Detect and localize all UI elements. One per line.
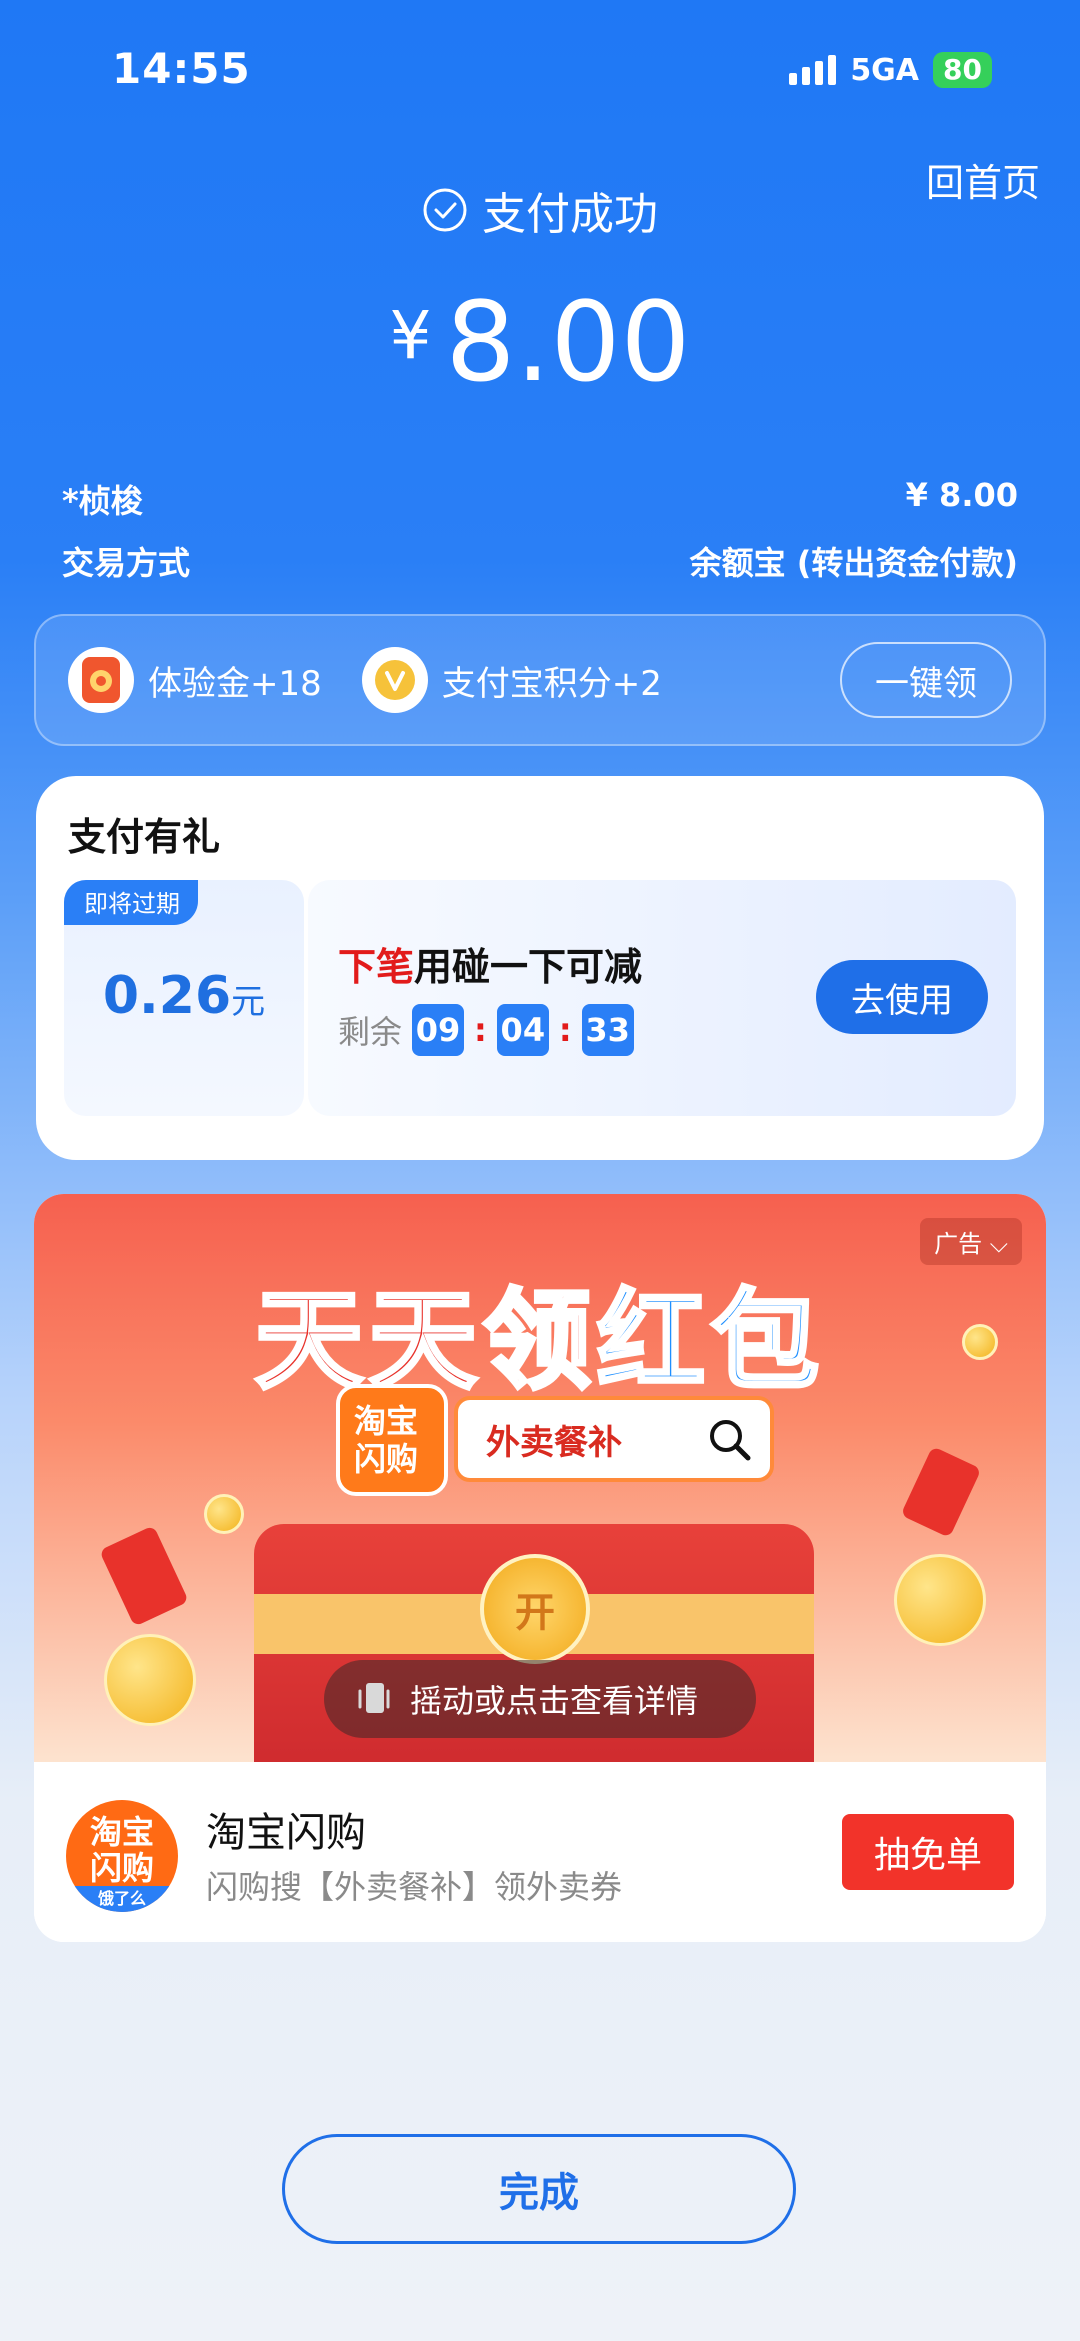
payee-amount: ¥ 8.00 (905, 476, 1018, 514)
red-envelope-icon (900, 1446, 982, 1538)
check-circle-icon (423, 188, 467, 232)
method-row: 交易方式 余额宝 (转出资金付款) (62, 538, 1018, 584)
claim-all-button[interactable]: 一键领 (840, 642, 1012, 718)
reward-label: 支付宝积分+2 (441, 663, 662, 704)
box-seal: 开 (480, 1554, 590, 1664)
ad-headline: 天天领红包 (253, 1277, 826, 1406)
payment-gift-card: 支付有礼 即将过期 0.26元 下笔用碰一下可减 剩余 09 : 04 : 33… (36, 776, 1044, 1160)
coin-icon (894, 1554, 986, 1646)
payee-name: *桢梭 (62, 482, 143, 520)
method-value: 余额宝 (转出资金付款) (689, 544, 1018, 582)
app-logo: 淘宝闪购 饿了么 (66, 1800, 178, 1912)
search-icon (710, 1420, 751, 1461)
app-description: 闪购搜【外卖餐补】领外卖券 (206, 1868, 623, 1906)
coupon-amount: 0.26 (102, 966, 232, 1026)
coupon-description: 下笔用碰一下可减 (338, 936, 642, 991)
timer-seconds: 33 (581, 1004, 634, 1056)
coupon-desc-rest: 用碰一下可减 (414, 945, 643, 989)
ad-card[interactable]: 开 广告 ⌵ 天天领红包 淘宝闪购 外卖餐补 摇动或点击查看详情 淘宝闪购 饿了… (34, 1194, 1046, 1942)
currency-symbol: ¥ (389, 297, 432, 374)
use-coupon-button[interactable]: 去使用 (816, 960, 988, 1034)
status-time: 14:55 (112, 44, 251, 93)
reward-item-points: 支付宝积分+2 (361, 647, 662, 713)
app-name: 淘宝闪购 (206, 1810, 366, 1856)
done-button[interactable]: 完成 (282, 2134, 796, 2244)
rewards-bar: 体验金+18 支付宝积分+2 一键领 (34, 614, 1046, 746)
ad-banner[interactable]: 开 广告 ⌵ 天天领红包 淘宝闪购 外卖餐补 摇动或点击查看详情 (34, 1194, 1046, 1762)
battery-icon: 80 (933, 52, 992, 88)
network-type: 5GA (850, 52, 920, 88)
signal-icon (789, 55, 837, 85)
free-order-button[interactable]: 抽免单 (842, 1814, 1014, 1890)
payment-status: 支付成功 (0, 178, 1080, 242)
coupon-value-panel: 即将过期 0.26元 (64, 880, 304, 1116)
countdown-timer: 剩余 09 : 04 : 33 (338, 1004, 634, 1056)
timer-minutes: 04 (496, 1004, 549, 1056)
coin-icon (104, 1634, 196, 1726)
timer-hours: 09 (412, 1004, 465, 1056)
red-envelope-icon (99, 1525, 189, 1627)
points-icon (361, 647, 428, 713)
reward-item-trial-fund: 体验金+18 (68, 647, 322, 713)
ad-search-box: 外卖餐补 (454, 1396, 774, 1482)
remaining-label: 剩余 (338, 1013, 403, 1051)
ad-app-row[interactable]: 淘宝闪购 饿了么 淘宝闪购 闪购搜【外卖餐补】领外卖券 抽免单 (34, 1762, 1046, 1942)
coupon-desc-highlight: 下笔 (338, 945, 415, 989)
phone-shake-icon (358, 1683, 390, 1713)
coupon-detail-panel: 下笔用碰一下可减 剩余 09 : 04 : 33 去使用 (308, 880, 1016, 1116)
reward-label: 体验金+18 (148, 663, 322, 704)
payee-row: *桢梭 ¥ 8.00 (62, 476, 1018, 522)
expire-badge: 即将过期 (64, 880, 198, 925)
taobao-flash-logo: 淘宝闪购 (336, 1384, 448, 1496)
coin-icon (204, 1494, 244, 1534)
payment-amount: ¥8.00 (0, 278, 1080, 406)
coupon-value: 0.26元 (64, 966, 304, 1026)
status-indicators: 5GA 80 (789, 52, 992, 88)
amount-value: 8.00 (445, 278, 691, 406)
method-label: 交易方式 (62, 544, 191, 582)
coupon-unit: 元 (231, 982, 266, 1022)
gift-icon (68, 647, 134, 713)
gift-title: 支付有礼 (68, 815, 221, 859)
shake-hint[interactable]: 摇动或点击查看详情 (324, 1660, 756, 1738)
status-title: 支付成功 (482, 189, 658, 240)
